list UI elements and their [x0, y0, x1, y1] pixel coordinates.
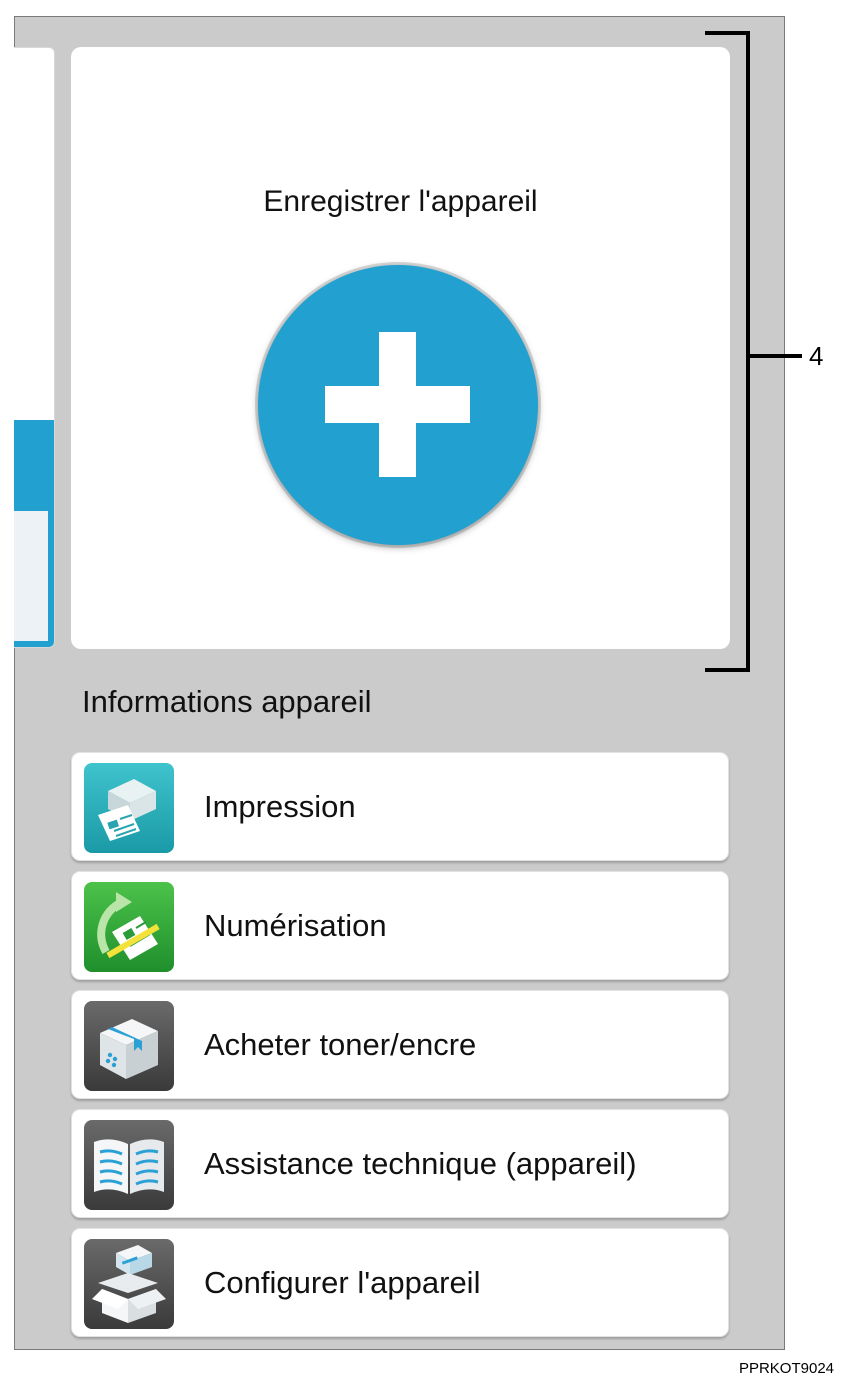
device-info-heading: Informations appareil	[82, 684, 372, 719]
menu-item-label: Impression	[204, 789, 356, 824]
menu-item-impression[interactable]: Impression	[71, 752, 729, 861]
manual-book-icon	[84, 1120, 174, 1210]
menu-item-acheter-toner[interactable]: Acheter toner/encre	[71, 990, 729, 1099]
menu-item-numerisation[interactable]: Numérisation	[71, 871, 729, 980]
menu-item-assistance-technique[interactable]: Assistance technique (appareil)	[71, 1109, 729, 1218]
callout-number: 4	[809, 341, 824, 371]
callout-bracket	[705, 31, 802, 672]
menu-item-label: Assistance technique (appareil)	[204, 1146, 637, 1181]
menu-item-label: Numérisation	[204, 908, 387, 943]
setup-box-icon	[84, 1239, 174, 1329]
toner-box-icon	[84, 1001, 174, 1091]
scan-icon	[84, 882, 174, 972]
menu-item-label: Configurer l'appareil	[204, 1265, 481, 1300]
menu-item-configurer-appareil[interactable]: Configurer l'appareil	[71, 1228, 729, 1337]
printer-icon	[84, 763, 174, 853]
figure-identifier: PPRKOT9024	[738, 1360, 834, 1377]
menu-item-label: Acheter toner/encre	[204, 1027, 477, 1062]
